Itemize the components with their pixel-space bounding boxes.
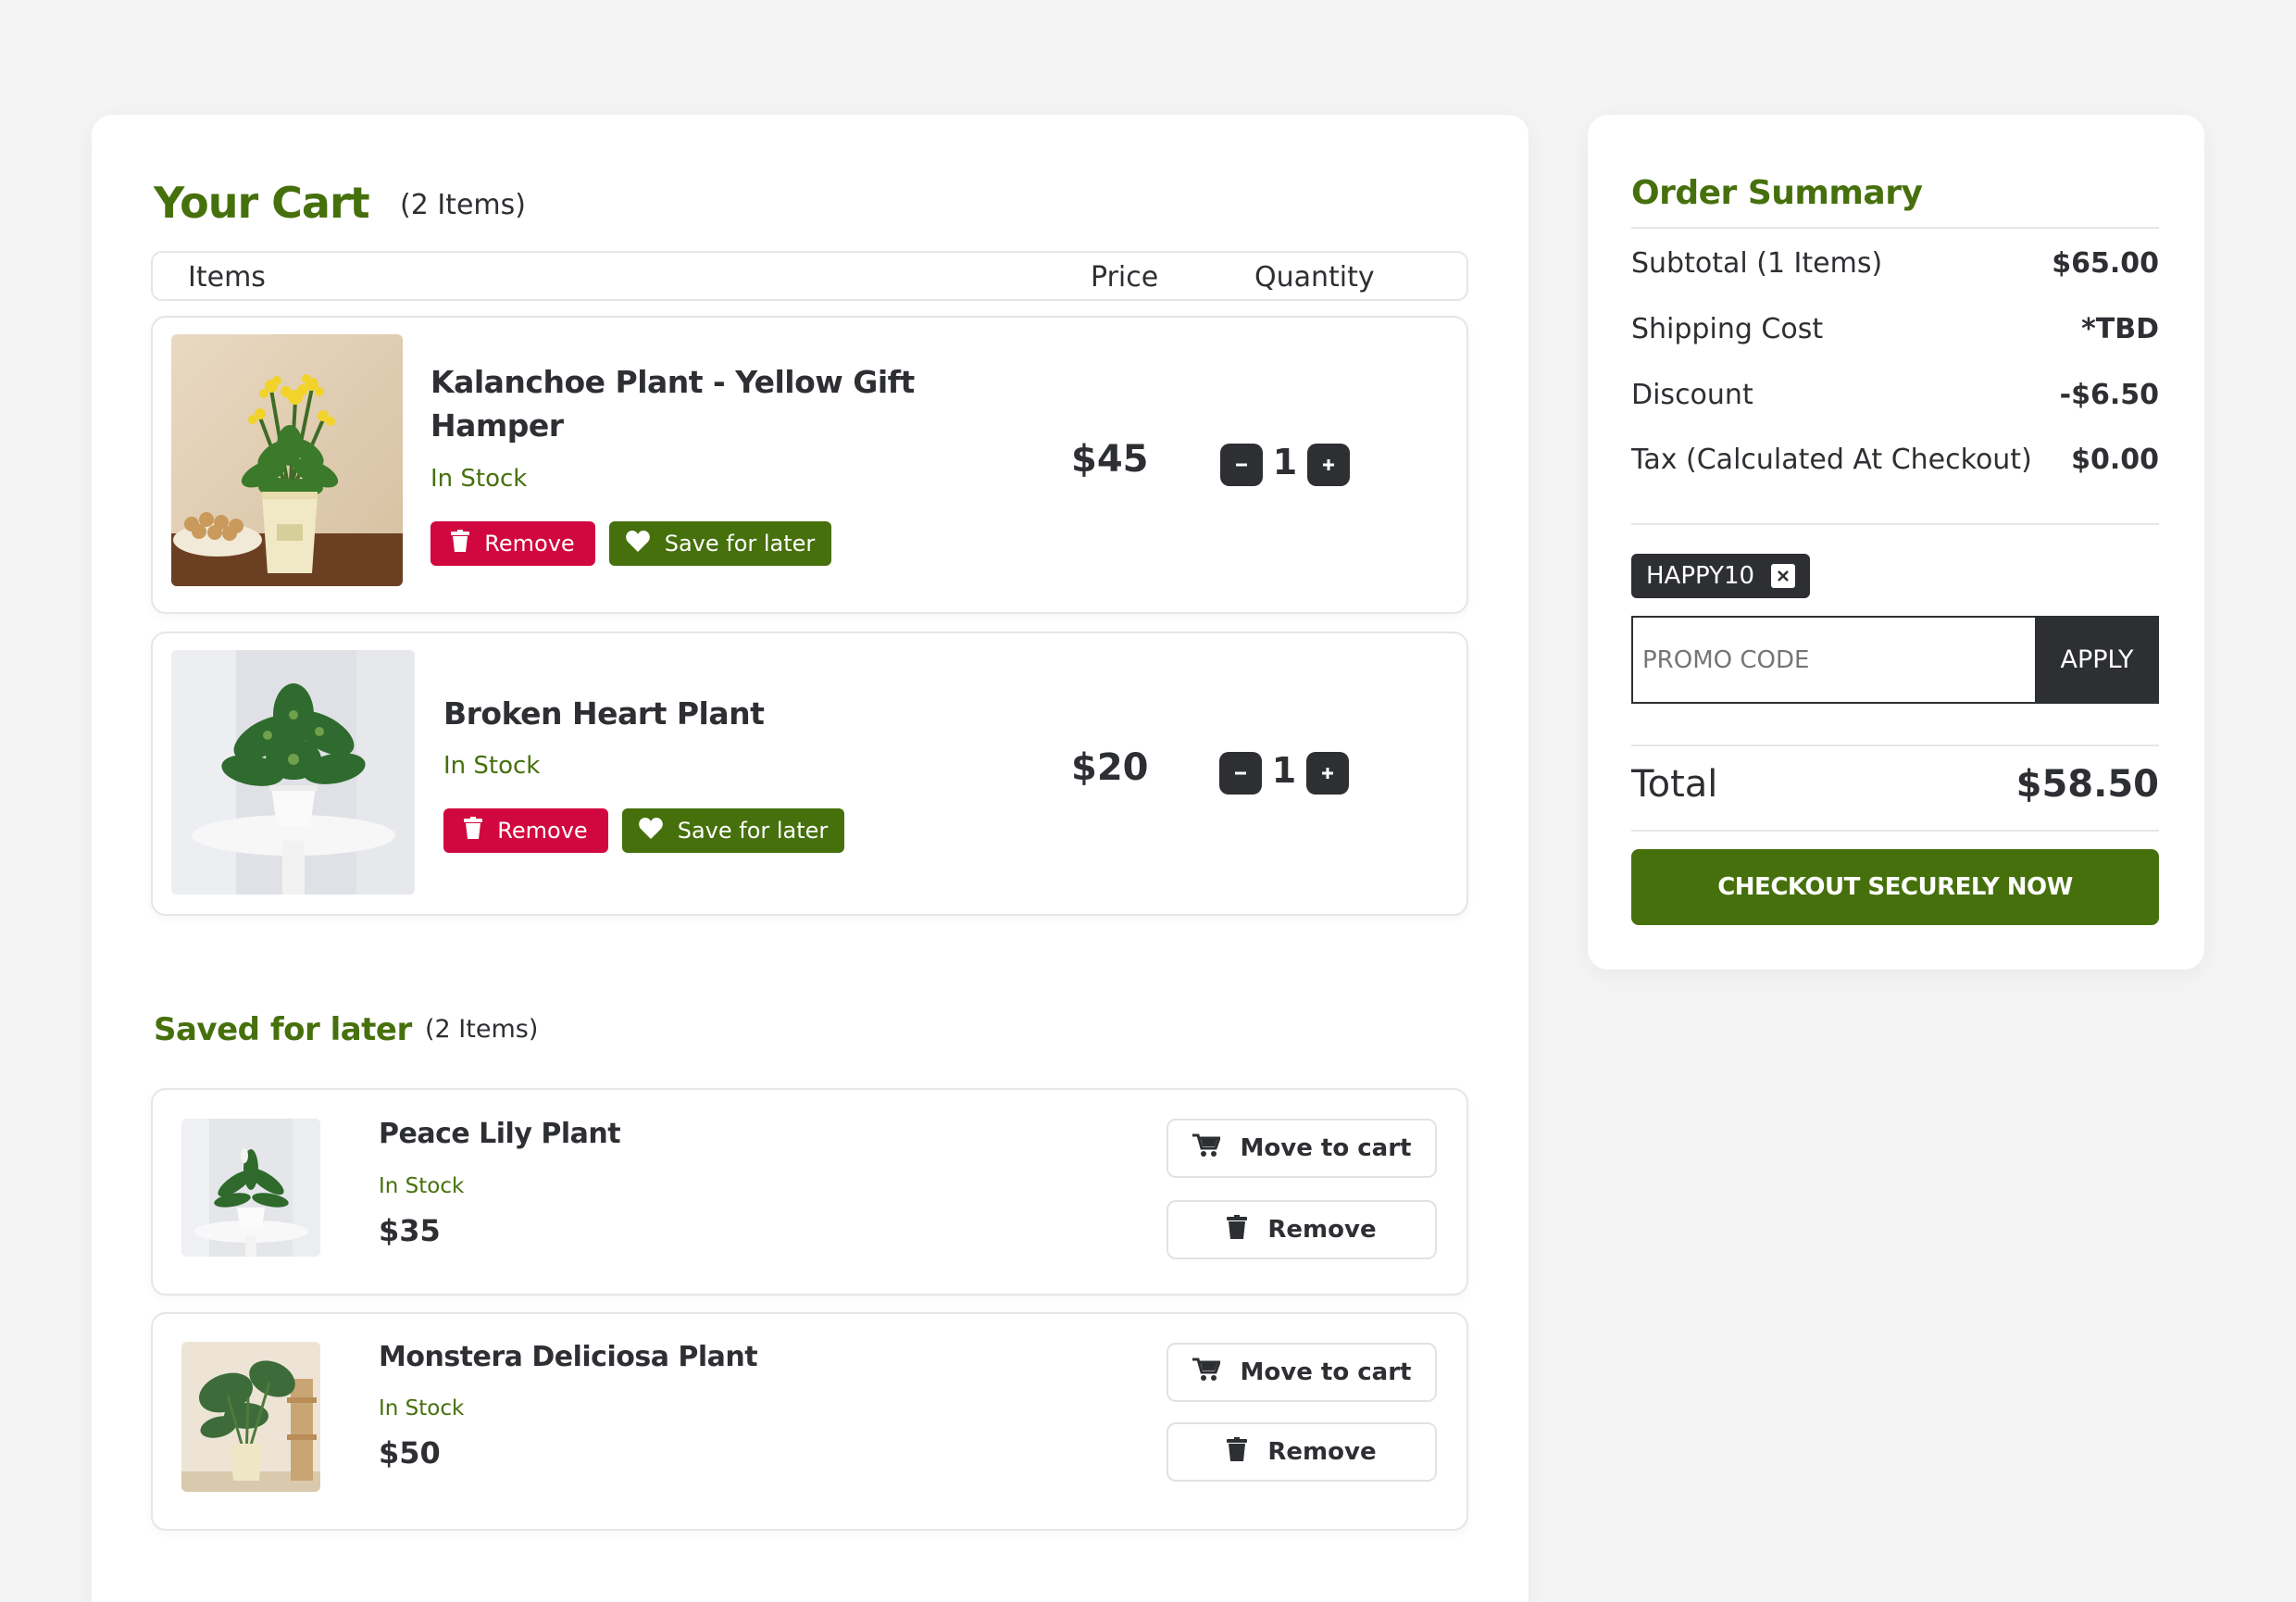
summary-value: -$6.50 (2059, 379, 2159, 411)
divider (1631, 830, 2159, 832)
item-price: $20 (1071, 746, 1149, 789)
cart-icon (1192, 1358, 1221, 1388)
product-name[interactable]: Kalanchoe Plant - Yellow Gift Hamper (430, 360, 915, 447)
quantity-value: 1 (1271, 750, 1297, 791)
summary-label: Tax (Calculated At Checkout) (1631, 444, 2032, 476)
trash-icon (1227, 1436, 1248, 1468)
item-price: $35 (379, 1213, 441, 1248)
product-name[interactable]: Peace Lily Plant (379, 1118, 621, 1150)
summary-value: $0.00 (2071, 444, 2159, 476)
minus-icon (1236, 463, 1247, 467)
trash-icon (451, 530, 470, 557)
move-to-cart-button[interactable]: Move to cart (1167, 1119, 1437, 1178)
total-value: $58.50 (2015, 763, 2159, 806)
product-image-peace-lily[interactable] (181, 1119, 320, 1257)
remove-saved-button[interactable]: Remove (1167, 1200, 1437, 1259)
cart-item: Broken Heart Plant In Stock Remove Save … (151, 632, 1468, 916)
decrease-quantity-button[interactable] (1220, 444, 1263, 486)
saved-title: Saved for later (154, 1011, 412, 1048)
stock-status: In Stock (379, 1396, 465, 1421)
order-summary-panel: Order Summary Subtotal (1 Items) $65.00 … (1588, 115, 2204, 970)
checkout-button[interactable]: CHECKOUT SECURELY NOW (1631, 849, 2159, 925)
cart-icon (1192, 1133, 1221, 1164)
plus-icon (1323, 459, 1334, 470)
product-name[interactable]: Monstera Deliciosa Plant (379, 1341, 758, 1373)
cart-item: Kalanchoe Plant - Yellow Gift Hamper In … (151, 316, 1468, 614)
item-price: $50 (379, 1435, 441, 1471)
decrease-quantity-button[interactable] (1219, 752, 1262, 795)
summary-label: Subtotal (1 Items) (1631, 247, 1883, 280)
heart-icon (638, 817, 663, 845)
saved-item: Monstera Deliciosa Plant In Stock $50 Mo… (151, 1312, 1468, 1531)
remove-button[interactable]: Remove (430, 521, 595, 566)
divider (1631, 523, 2159, 525)
close-icon[interactable] (1771, 564, 1796, 588)
cart-panel: Your Cart (2 Items) Items Price Quantity (92, 115, 1529, 1602)
total-label: Total (1631, 763, 1718, 806)
increase-quantity-button[interactable] (1307, 444, 1350, 486)
summary-label: Shipping Cost (1631, 313, 1824, 345)
product-name[interactable]: Broken Heart Plant (443, 692, 765, 735)
product-image-broken-heart[interactable] (171, 650, 415, 895)
divider (1631, 227, 2159, 229)
heart-icon (625, 530, 650, 557)
saved-count: (2 Items) (425, 1015, 539, 1044)
save-for-later-button[interactable]: Save for later (622, 808, 844, 853)
summary-value: *TBD (2081, 313, 2159, 345)
summary-label: Discount (1631, 379, 1753, 411)
plus-icon (1322, 768, 1333, 779)
quantity-value: 1 (1272, 442, 1298, 482)
product-image-monstera[interactable] (181, 1342, 320, 1492)
item-price: $45 (1071, 438, 1149, 481)
applied-promo-chip: HAPPY10 (1631, 554, 1811, 598)
save-for-later-button[interactable]: Save for later (609, 521, 831, 566)
cart-count: (2 Items) (400, 189, 526, 221)
applied-promo-code: HAPPY10 (1646, 562, 1755, 590)
trash-icon (1227, 1214, 1248, 1245)
remove-saved-button[interactable]: Remove (1167, 1422, 1437, 1482)
remove-button[interactable]: Remove (443, 808, 608, 853)
saved-item: Peace Lily Plant In Stock $35 Move to ca… (151, 1088, 1468, 1295)
column-quantity: Quantity (1254, 261, 1375, 294)
apply-button[interactable]: APPLY (2035, 616, 2159, 704)
stock-status: In Stock (443, 752, 541, 780)
column-items: Items (188, 261, 266, 294)
stock-status: In Stock (379, 1174, 465, 1198)
increase-quantity-button[interactable] (1306, 752, 1349, 795)
cart-column-header: Items Price Quantity (151, 251, 1468, 301)
minus-icon (1235, 771, 1246, 775)
trash-icon (464, 817, 483, 845)
cart-title: Your Cart (154, 178, 370, 228)
promo-code-input[interactable] (1631, 616, 2035, 704)
summary-title: Order Summary (1631, 174, 1923, 212)
product-image-kalanchoe[interactable] (171, 334, 403, 586)
column-price: Price (1091, 261, 1159, 294)
divider (1631, 745, 2159, 746)
move-to-cart-button[interactable]: Move to cart (1167, 1343, 1437, 1402)
summary-value: $65.00 (2052, 247, 2159, 280)
stock-status: In Stock (430, 465, 528, 493)
